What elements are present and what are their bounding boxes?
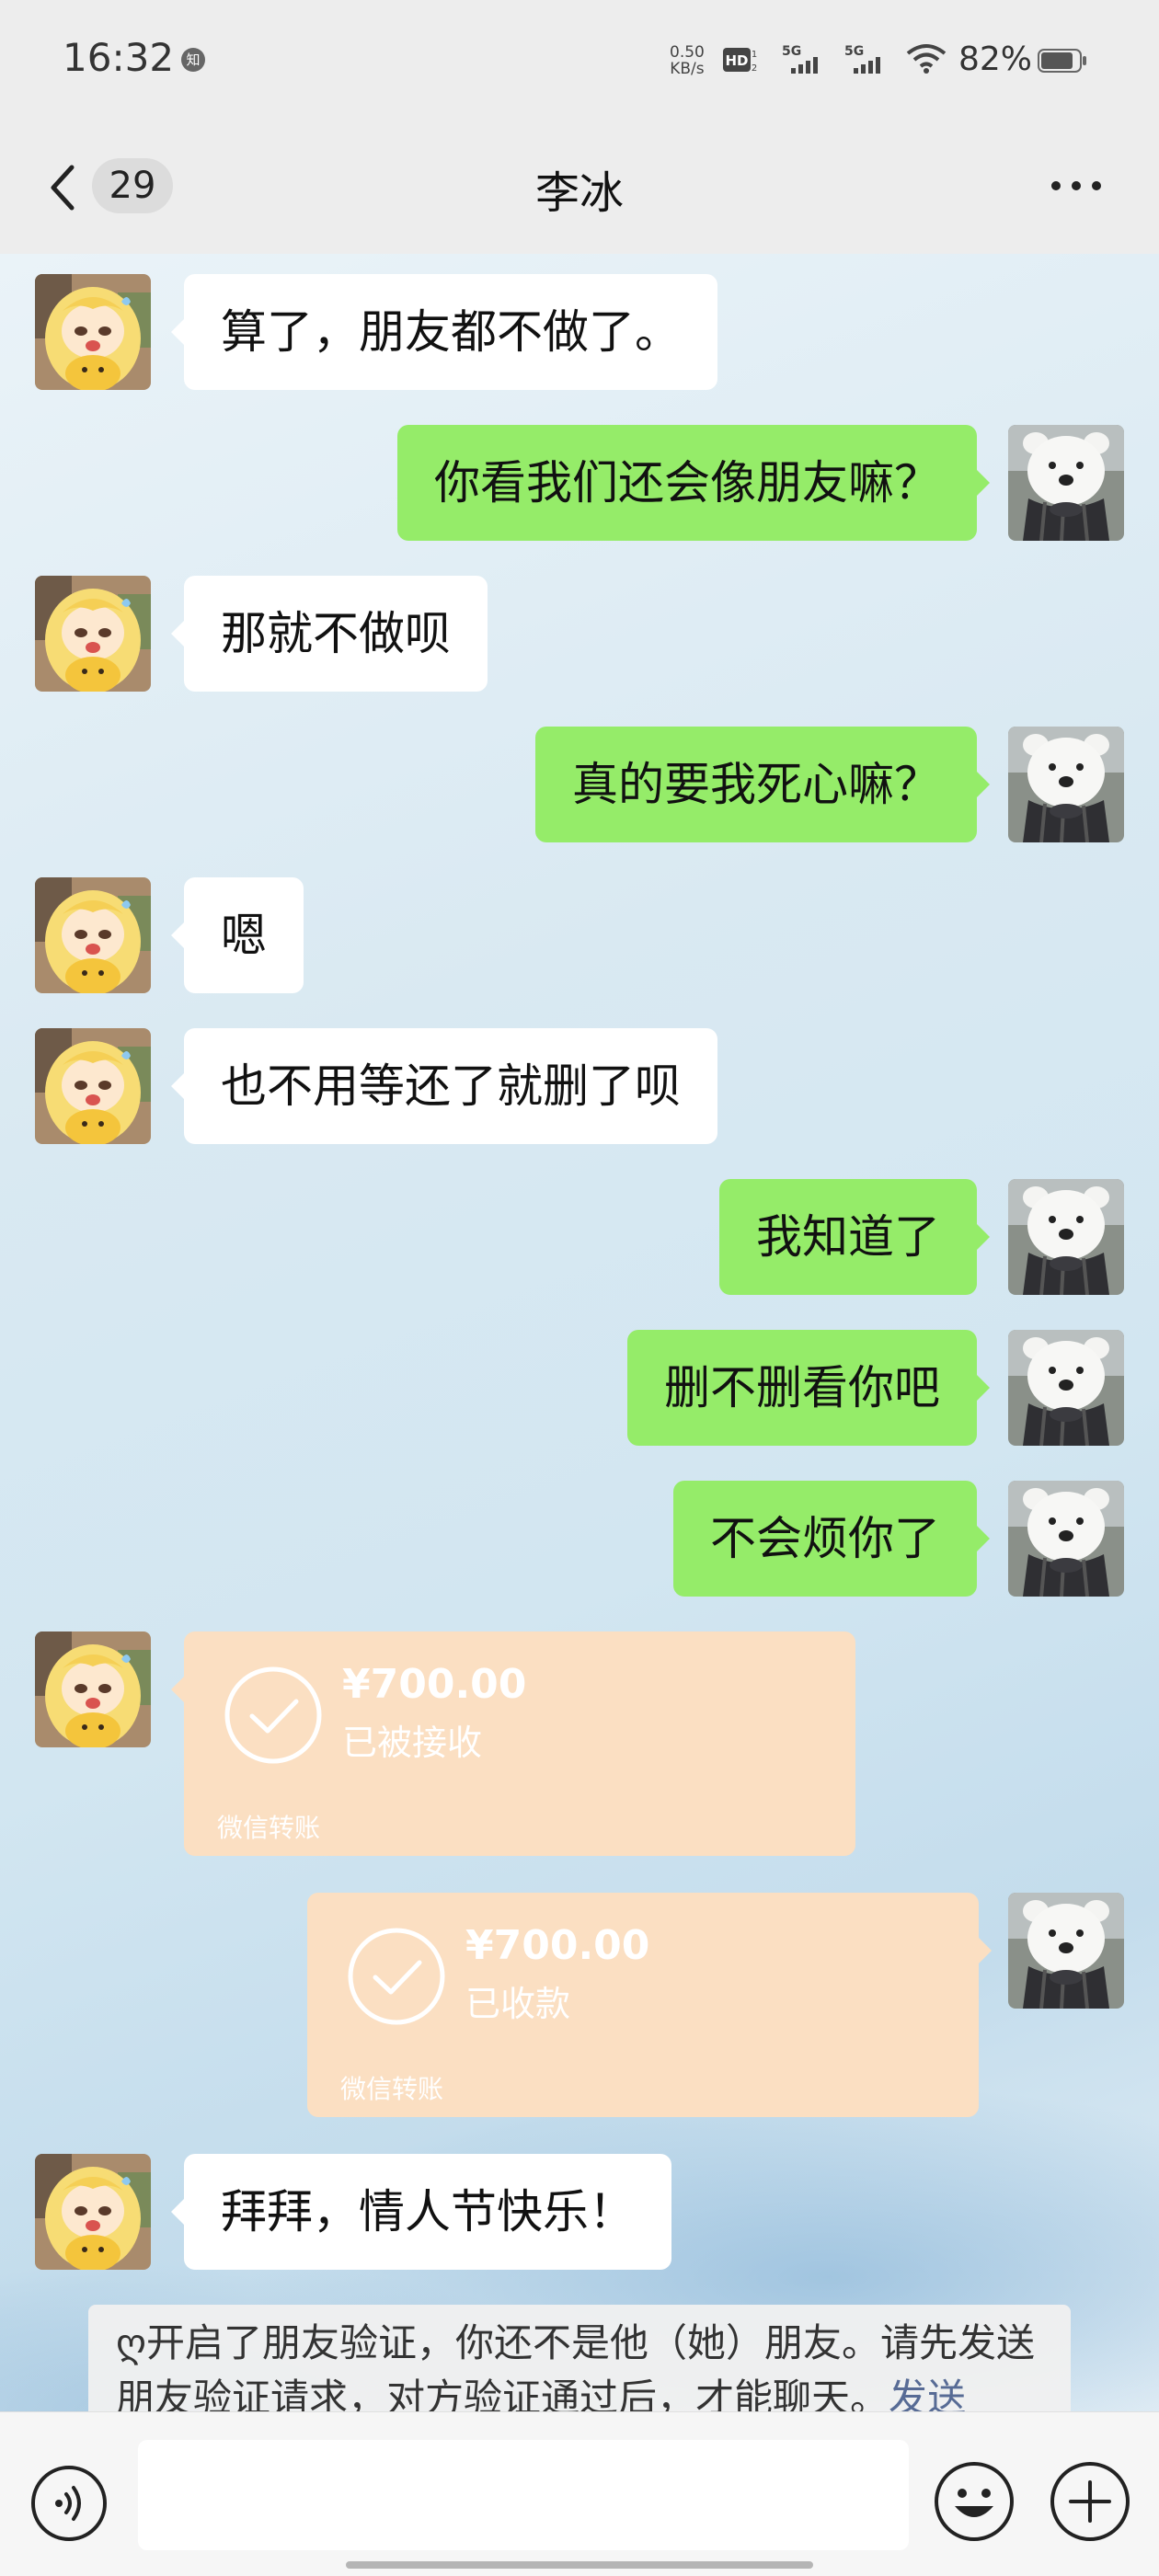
network-speed-unit: KB/s [670,60,705,78]
transfer-message[interactable]: ¥700.00 已被接收 微信转账 [171,1631,855,1856]
svg-text:2: 2 [752,63,757,74]
my-avatar[interactable] [1008,727,1124,842]
received-message[interactable]: 也不用等还了就删了呗 [171,1028,717,1144]
received-message[interactable]: 算了，朋友都不做了。 [171,274,717,390]
chat-title: 李冰 [534,167,624,219]
transfer-amount: ¥700.00 [342,1661,527,1708]
contact-avatar[interactable] [35,1631,151,1747]
received-message[interactable]: 那就不做呗 [171,576,488,692]
sent-message[interactable]: 删不删看你吧 [627,1330,990,1446]
network-speed: 0.50 KB/s [670,44,705,77]
chat-header: 29 李冰 [0,120,1159,254]
contact-avatar[interactable] [35,576,151,692]
contact-avatar[interactable] [35,2154,151,2270]
wifi-icon [906,44,947,74]
message-input[interactable] [138,2440,909,2550]
svg-text:5G: 5G [844,44,864,59]
friend-verification-notice: ღ开启了朋友验证，你还不是他（她）朋友。请先发送朋友验证请求，对方验证通过后，才… [88,2305,1071,2411]
transfer-message[interactable]: ¥700.00 已收款 微信转账 [307,1893,992,2117]
network-speed-value: 0.50 [670,43,705,62]
contact-avatar[interactable] [35,877,151,993]
transfer-status: 已被接收 [342,1723,483,1763]
my-avatar[interactable] [1008,1481,1124,1597]
check-circle-icon [348,1928,445,2025]
status-time: 16:32 [63,35,175,80]
contact-avatar[interactable] [35,274,151,390]
transfer-label: 微信转账 [217,1813,321,1843]
sent-message[interactable]: 真的要我死心嘛？ [535,727,990,842]
battery-percent: 82% [958,40,1033,78]
my-avatar[interactable] [1008,1893,1124,2009]
my-avatar[interactable] [1008,1179,1124,1295]
chat-messages-area[interactable]: 算了，朋友都不做了。 你看我们还会像朋友嘛？ 那就不做呗 真的要我死心嘛？ 嗯 … [0,254,1159,2411]
signal-sim2-icon: 5G [844,44,880,74]
contact-avatar[interactable] [35,1028,151,1144]
voice-icon[interactable] [29,2464,109,2543]
sent-message[interactable]: 不会烦你了 [673,1481,990,1597]
my-avatar[interactable] [1008,425,1124,541]
transfer-status: 已收款 [465,1984,571,2024]
zhihu-notification-icon: 知 [181,48,205,72]
sent-message[interactable]: 你看我们还会像朋友嘛？ [397,425,990,541]
received-message[interactable]: 拜拜，情人节快乐！ [171,2154,671,2270]
more-options-icon[interactable] [1047,175,1106,197]
check-circle-icon [224,1666,322,1764]
svg-text:5G: 5G [782,44,801,59]
svg-text:HD: HD [725,52,748,69]
received-message[interactable]: 嗯 [171,877,304,993]
hd-voice-icon: HD 1 2 [723,48,757,74]
plus-icon[interactable] [1049,2460,1131,2543]
sent-message[interactable]: 我知道了 [719,1179,990,1295]
emoji-icon[interactable] [933,2460,1016,2543]
send-verification-link[interactable]: 发送 [889,2376,966,2411]
home-indicator[interactable] [346,2561,813,2569]
my-avatar[interactable] [1008,1330,1124,1446]
transfer-label: 微信转账 [340,2074,444,2104]
transfer-amount: ¥700.00 [465,1922,650,1969]
battery-icon [1038,49,1086,73]
svg-text:1: 1 [752,50,757,60]
signal-sim1-icon: 5G [782,44,818,74]
input-bar [0,2411,1159,2576]
status-bar: 16:32 知 0.50 KB/s HD 1 2 5G 5G 82% [0,0,1159,120]
